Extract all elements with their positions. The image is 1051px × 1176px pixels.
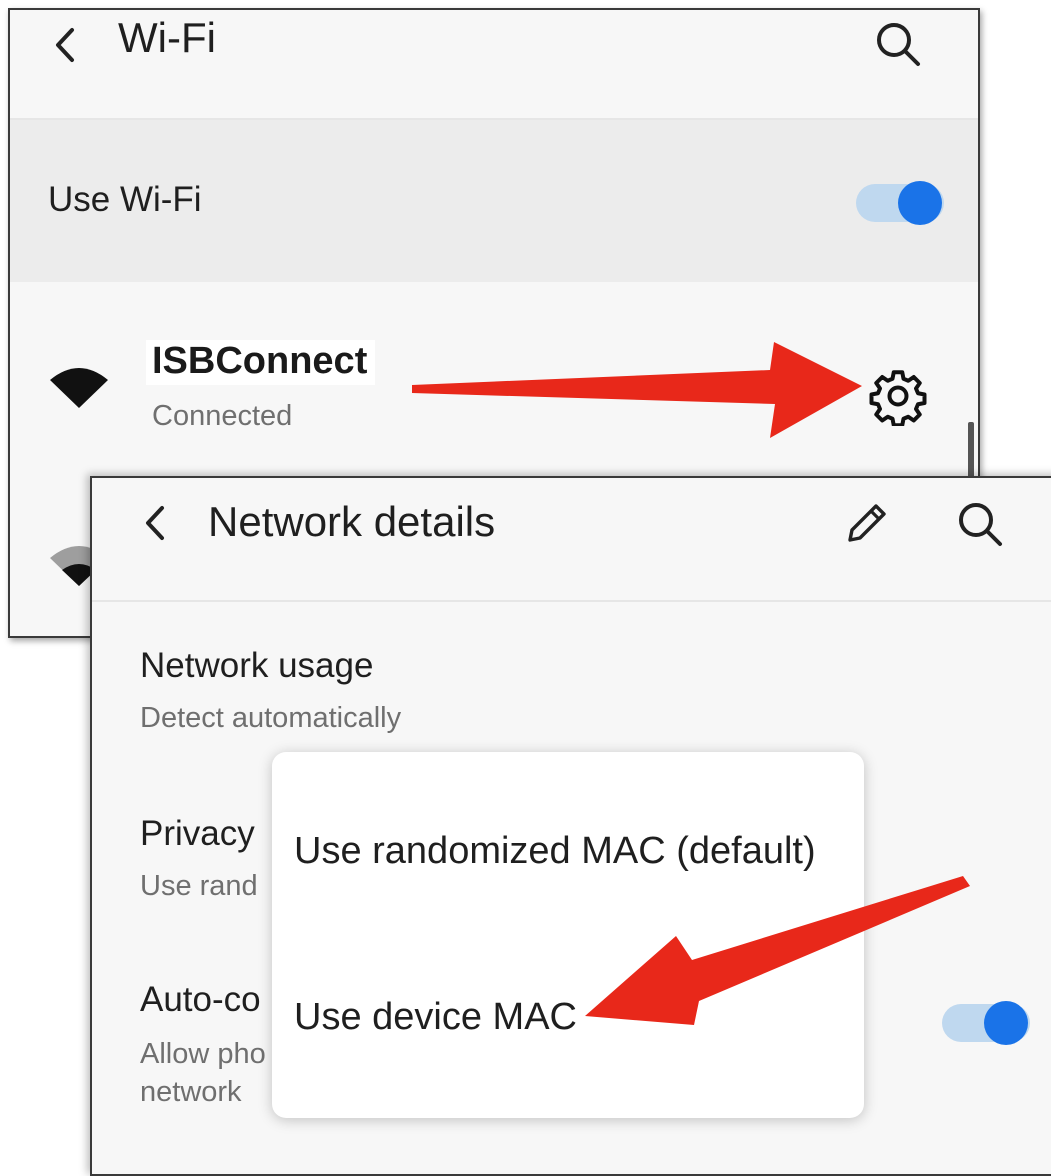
- pencil-icon[interactable]: [840, 498, 892, 550]
- page-title: Wi-Fi: [118, 14, 216, 61]
- back-arrow-icon[interactable]: [140, 500, 170, 546]
- network-usage-row[interactable]: Network usage Detect automatically: [92, 602, 1051, 742]
- wifi-signal-icon: [50, 368, 108, 408]
- privacy-value: Use rand: [140, 870, 258, 902]
- network-usage-value: Detect automatically: [140, 702, 402, 734]
- option-device-mac[interactable]: Use device MAC: [294, 996, 577, 1039]
- network-status: Connected: [152, 400, 293, 432]
- search-icon[interactable]: [954, 498, 1006, 550]
- back-arrow-icon[interactable]: [50, 22, 80, 68]
- auto-connect-desc-line2: network: [140, 1076, 242, 1108]
- toggle-thumb: [898, 181, 942, 225]
- mac-options-popup: Use randomized MAC (default) Use device …: [272, 752, 864, 1118]
- network-name: ISBConnect: [146, 340, 376, 385]
- toggle-thumb: [984, 1001, 1028, 1045]
- use-wifi-toggle[interactable]: [856, 180, 944, 226]
- use-wifi-label: Use Wi-Fi: [48, 180, 202, 219]
- auto-connect-desc-line1: Allow pho: [140, 1038, 266, 1070]
- option-randomized-mac[interactable]: Use randomized MAC (default): [294, 830, 816, 873]
- auto-connect-title: Auto-co: [140, 980, 261, 1019]
- page-title: Network details: [208, 498, 496, 545]
- auto-connect-toggle[interactable]: [942, 1000, 1030, 1046]
- use-wifi-row[interactable]: Use Wi-Fi: [10, 120, 978, 282]
- search-icon[interactable]: [872, 18, 924, 70]
- network-usage-title: Network usage: [140, 646, 374, 685]
- privacy-title: Privacy: [140, 814, 255, 853]
- network-row[interactable]: ISBConnect Connected: [10, 282, 978, 462]
- gear-icon[interactable]: [868, 366, 928, 426]
